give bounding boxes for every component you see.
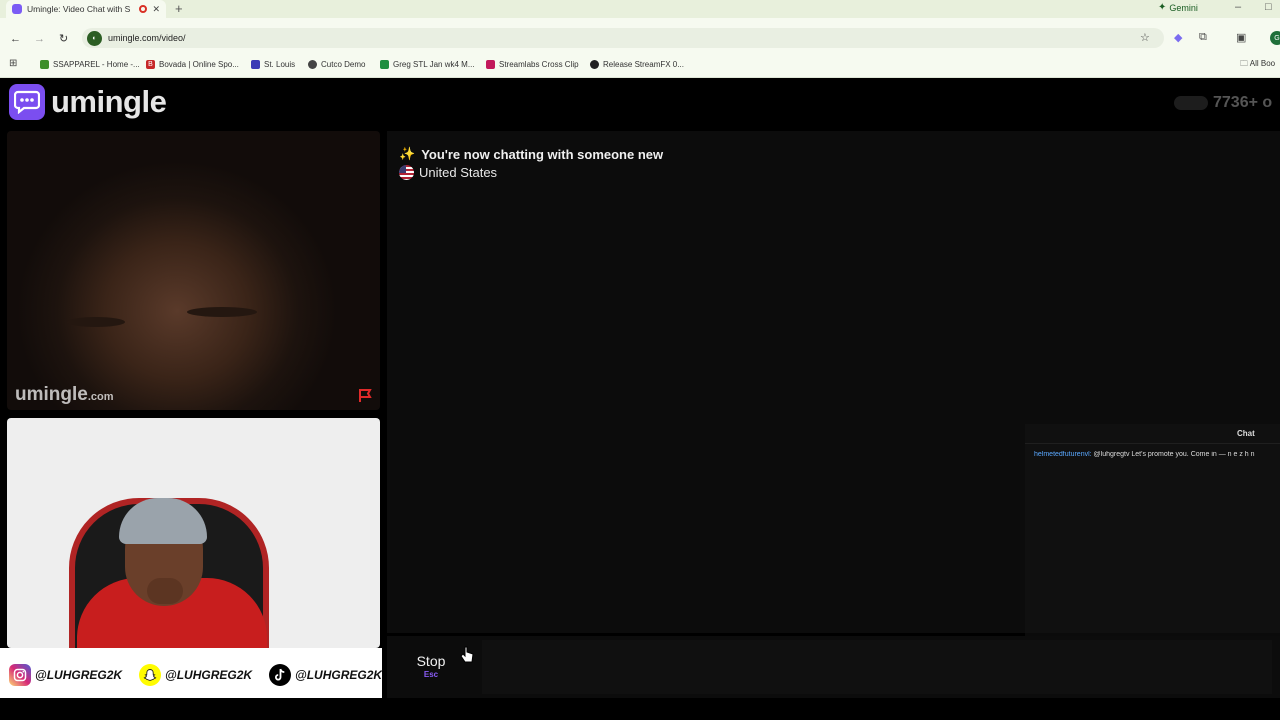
watermark-suffix: .com <box>87 391 114 403</box>
new-tab-button[interactable]: + <box>175 1 183 16</box>
all-bookmarks-label: All Boo <box>1249 59 1276 68</box>
mouse-cursor-icon <box>460 646 474 668</box>
remote-video-shade <box>187 307 257 317</box>
tiktok-handle-text: @LUHGREG2K <box>295 668 383 682</box>
sparkle-icon: ✨ <box>399 146 416 161</box>
bookmark-label: Greg STL Jan wk4 M... <box>393 59 475 69</box>
bookmark-item[interactable]: Cutco Demo <box>308 58 365 70</box>
system-message: ✨ You're now chatting with someone new <box>399 146 663 162</box>
snapchat-handle-text: @LUHGREG2K <box>165 668 253 682</box>
online-count: 7736+ o <box>1213 94 1273 111</box>
online-indicator-icon <box>1174 96 1208 110</box>
gemini-button[interactable]: ✦ Gemini <box>1158 2 1198 13</box>
bookmark-item[interactable]: Greg STL Jan wk4 M... <box>380 58 475 70</box>
gemini-label: Gemini <box>1169 2 1198 13</box>
instagram-handle: @LUHGREG2K <box>9 664 122 686</box>
back-icon[interactable]: ← <box>10 33 21 45</box>
extensions-puzzle-icon[interactable]: ⧉ <box>1199 31 1207 44</box>
snapchat-icon <box>139 664 161 686</box>
bookmark-item[interactable]: Release StreamFX 0... <box>590 58 684 70</box>
profile-avatar[interactable]: G <box>1270 31 1280 45</box>
umingle-favicon-icon <box>12 4 22 14</box>
reload-icon[interactable]: ↻ <box>59 32 68 45</box>
all-bookmarks-folder[interactable]: 🗀 All Boo <box>1240 58 1275 72</box>
stream-chat-text: @luhgregtv Let's promote you. Come in — … <box>1091 451 1255 458</box>
site-logo[interactable]: umingle <box>51 84 167 120</box>
minimize-button[interactable]: – <box>1235 1 1241 13</box>
snapchat-handle: @LUHGREG2K <box>139 664 252 686</box>
instagram-icon <box>9 664 31 686</box>
stream-chat-message: helmetedfuturenvl: @luhgregtv Let's prom… <box>1034 451 1280 458</box>
bookmark-favicon-icon <box>380 59 389 69</box>
close-tab-icon[interactable]: ✕ <box>152 4 160 15</box>
bookmark-item[interactable]: B Bovada | Online Spo... <box>146 58 239 70</box>
system-message-text: You're now chatting with someone new <box>421 146 664 162</box>
site-header <box>0 78 1280 130</box>
remote-video-shade <box>67 317 125 327</box>
tiktok-icon <box>269 664 291 686</box>
bookmark-label: Cutco Demo <box>321 59 366 69</box>
hand-shape <box>147 578 183 604</box>
bookmark-label: Release StreamFX 0... <box>603 59 684 69</box>
github-icon <box>590 59 599 69</box>
stop-button[interactable]: Stop Esc <box>394 642 468 690</box>
bookmark-favicon-icon <box>486 59 495 69</box>
stop-label: Stop <box>416 653 446 669</box>
stream-chat-username: helmetedfuturenvl: <box>1034 451 1092 458</box>
browser-tabstrip <box>0 0 1280 18</box>
bookmark-item[interactable]: St. Louis <box>251 58 295 70</box>
bookmark-favicon-icon <box>40 59 49 69</box>
watermark-text: umingle <box>15 384 88 405</box>
bookmark-label: Streamlabs Cross Clip <box>499 59 579 69</box>
recording-icon <box>139 5 148 13</box>
bookmark-favicon-icon: B <box>146 59 155 69</box>
browser-tab[interactable]: Umingle: Video Chat with S ✕ <box>6 0 166 18</box>
url-text[interactable]: umingle.com/video/ <box>108 33 186 43</box>
tiktok-handle: @LUHGREG2K <box>269 664 382 686</box>
us-flag-icon <box>399 165 414 180</box>
stream-chat-title: Chat <box>1237 429 1255 438</box>
maximize-button[interactable]: □ <box>1265 1 1272 13</box>
forward-icon[interactable]: → <box>34 33 45 45</box>
remote-video <box>7 131 380 410</box>
local-video <box>7 418 380 648</box>
stop-shortcut-hint: Esc <box>423 670 439 679</box>
country-text: United States <box>419 165 498 180</box>
message-input[interactable] <box>482 640 1272 694</box>
bookmark-item[interactable]: Streamlabs Cross Clip <box>486 58 579 70</box>
address-bar[interactable] <box>82 28 1164 48</box>
bookmark-item[interactable]: SSAPPAREL - Home -... <box>40 58 140 70</box>
partner-country: United States <box>399 165 497 180</box>
extension-icon[interactable]: ◆ <box>1174 31 1182 44</box>
bookmark-favicon-icon <box>308 59 317 69</box>
tab-title: Umingle: Video Chat with S <box>27 4 131 14</box>
umingle-watermark: umingle.com <box>15 384 114 406</box>
umingle-logo-icon[interactable] <box>9 84 45 120</box>
bookmark-label: St. Louis <box>264 59 296 69</box>
bookmark-label: Bovada | Online Spo... <box>159 59 239 69</box>
site-info-icon[interactable]: ◐ <box>87 31 102 46</box>
report-flag-icon[interactable] <box>357 387 373 403</box>
instagram-handle-text: @LUHGREG2K <box>35 668 123 682</box>
gemini-icon: ✦ <box>1158 2 1167 13</box>
bookmark-star-icon[interactable]: ☆ <box>1140 31 1150 44</box>
bookmark-label: SSAPPAREL - Home -... <box>53 59 140 69</box>
sidepanel-icon[interactable]: ▣ <box>1236 31 1246 44</box>
bookmark-favicon-icon <box>251 59 260 69</box>
apps-grid-icon[interactable]: ⊞ <box>9 58 17 69</box>
